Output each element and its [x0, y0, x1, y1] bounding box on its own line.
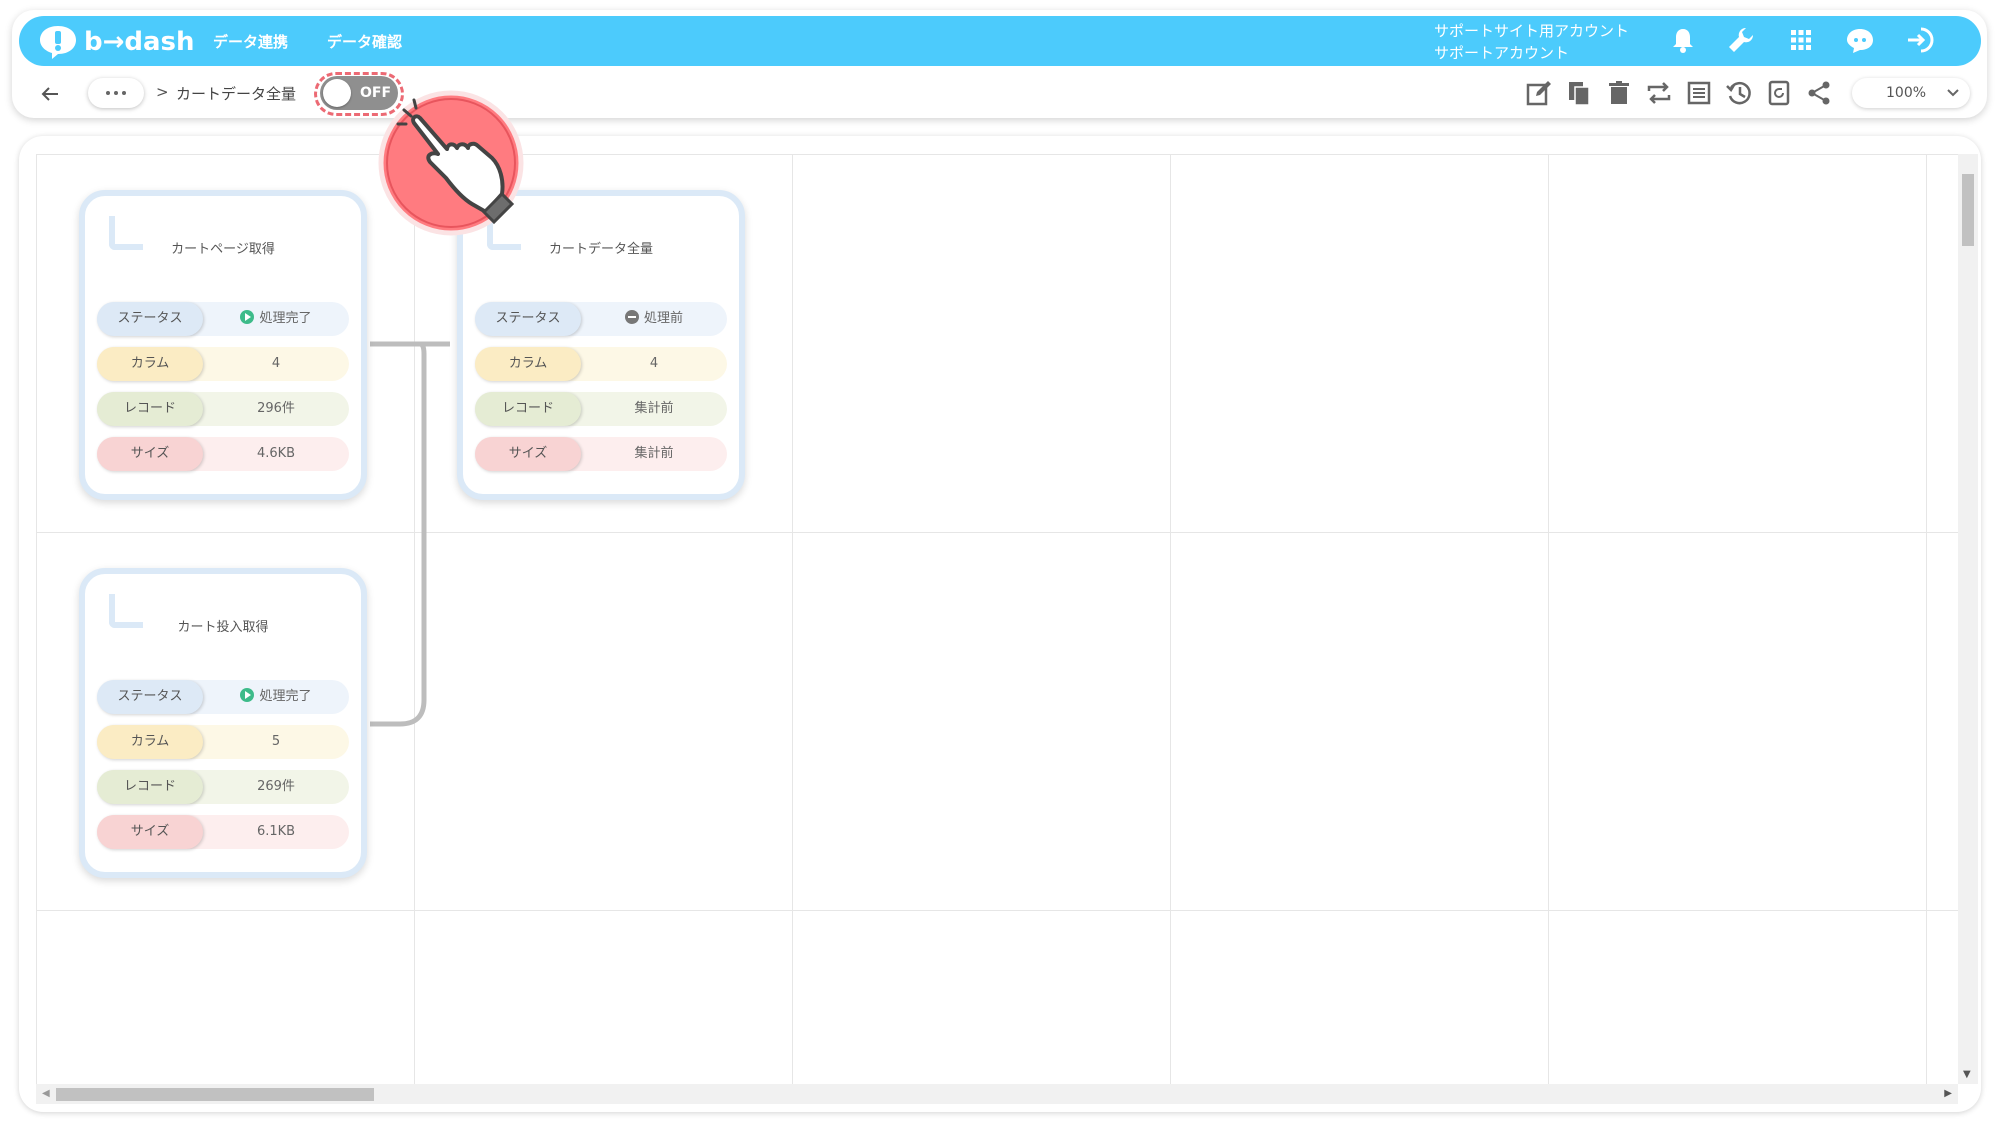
- card-title: カートページ取得: [171, 242, 275, 257]
- scroll-down-arrow-icon[interactable]: ▼: [1963, 1069, 1971, 1080]
- row-label: カラム: [97, 725, 203, 759]
- nav-data-link[interactable]: データ連携: [213, 31, 288, 52]
- record-row: レコード 269件: [97, 770, 349, 804]
- status-text: 処理完了: [259, 689, 312, 704]
- logout-icon[interactable]: [1905, 25, 1935, 55]
- status-done-icon: [240, 310, 255, 324]
- row-label: レコード: [97, 770, 203, 804]
- card-title: カートデータ全量: [548, 242, 653, 257]
- column-row: カラム 5: [97, 725, 349, 759]
- column-row: カラム 4: [97, 347, 349, 381]
- row-label: カラム: [475, 347, 581, 381]
- horizontal-scrollbar[interactable]: ◀ ▶: [36, 1084, 1958, 1104]
- status-done-icon: [240, 688, 255, 702]
- row-value: 集計前: [634, 446, 674, 461]
- row-label: ステータス: [97, 680, 203, 714]
- history-icon[interactable]: [1724, 78, 1754, 108]
- chat-bot-icon[interactable]: [1845, 25, 1875, 55]
- copy-icon[interactable]: [1564, 78, 1594, 108]
- more-dot-icon: [106, 91, 110, 95]
- size-row: サイズ 4.6KB: [97, 437, 349, 471]
- more-breadcrumb-button[interactable]: [88, 78, 144, 108]
- row-value: 4: [649, 356, 659, 371]
- size-row: サイズ 6.1KB: [97, 815, 349, 849]
- row-label: レコード: [97, 392, 203, 426]
- row-label: ステータス: [475, 302, 581, 336]
- row-value: 集計前: [634, 401, 674, 416]
- zoom-select[interactable]: 100%: [1852, 78, 1970, 108]
- account-info[interactable]: サポートサイト用アカウント サポートアカウント: [1434, 20, 1629, 64]
- breadcrumb-separator: >: [156, 83, 169, 101]
- data-card[interactable]: カート投入取得 ステータス 処理完了 カラム 5 レコード 269件 サイズ 6…: [79, 568, 367, 878]
- status-text: 処理前: [643, 311, 683, 326]
- record-row: レコード 296件: [97, 392, 349, 426]
- account-user: サポートアカウント: [1434, 44, 1570, 62]
- brand-name: b→dash: [84, 27, 195, 57]
- row-value: 269件: [257, 779, 295, 794]
- card-title: カート投入取得: [177, 620, 269, 635]
- more-dot-icon: [114, 91, 118, 95]
- column-row: カラム 4: [475, 347, 727, 381]
- account-name: サポートサイト用アカウント: [1434, 22, 1630, 40]
- row-value: 5: [271, 734, 281, 749]
- more-dot-icon: [122, 91, 126, 95]
- data-card[interactable]: カートページ取得 ステータス 処理完了 カラム 4 レコード 296件 サイズ …: [79, 190, 367, 500]
- status-row: ステータス 処理前: [475, 302, 727, 336]
- row-label: サイズ: [475, 437, 581, 471]
- status-row: ステータス 処理完了: [97, 302, 349, 336]
- bell-icon[interactable]: [1668, 25, 1698, 55]
- row-label: カラム: [97, 347, 203, 381]
- status-row: ステータス 処理完了: [97, 680, 349, 714]
- list-icon[interactable]: [1684, 78, 1714, 108]
- row-value: 4.6KB: [256, 446, 296, 461]
- row-label: サイズ: [97, 437, 203, 471]
- grid-icon[interactable]: [1786, 25, 1816, 55]
- status-pending-icon: [624, 310, 639, 324]
- scroll-right-arrow-icon[interactable]: ▶: [1944, 1088, 1952, 1099]
- row-value: 296件: [257, 401, 295, 416]
- vertical-scroll-thumb[interactable]: [1962, 174, 1974, 246]
- chevron-down-icon: [1947, 89, 1959, 97]
- row-value: 処理完了: [203, 680, 349, 714]
- row-label: レコード: [475, 392, 581, 426]
- brand-logo[interactable]: b→dash: [38, 24, 195, 60]
- row-label: サイズ: [97, 815, 203, 849]
- brand-bubble-icon: [40, 26, 76, 59]
- edit-icon[interactable]: [1524, 78, 1554, 108]
- record-row: レコード 集計前: [475, 392, 727, 426]
- horizontal-scroll-thumb[interactable]: [56, 1088, 374, 1101]
- row-value: 処理前: [581, 302, 727, 336]
- row-label: ステータス: [97, 302, 203, 336]
- scroll-left-arrow-icon[interactable]: ◀: [42, 1088, 50, 1099]
- row-value: 4: [271, 356, 281, 371]
- row-value: 処理完了: [203, 302, 349, 336]
- nav-data-check[interactable]: データ確認: [327, 31, 402, 52]
- status-text: 処理完了: [259, 311, 312, 326]
- flow-connector: [370, 341, 450, 727]
- size-row: サイズ 集計前: [475, 437, 727, 471]
- back-arrow-icon[interactable]: [38, 82, 62, 106]
- zoom-value: 100%: [1886, 85, 1927, 101]
- share-icon[interactable]: [1804, 78, 1834, 108]
- vertical-scrollbar[interactable]: ▼: [1958, 154, 1978, 1084]
- wrench-icon[interactable]: [1726, 25, 1756, 55]
- breadcrumb-current: カートデータ全量: [176, 85, 297, 103]
- delete-icon[interactable]: [1604, 78, 1634, 108]
- toggle-knob: [323, 79, 351, 107]
- data-card[interactable]: カートデータ全量 ステータス 処理前 カラム 4 レコード 集計前 サイズ 集計…: [457, 190, 745, 500]
- pointing-hand-icon: [378, 90, 524, 236]
- refresh-icon[interactable]: [1764, 78, 1794, 108]
- row-value: 6.1KB: [256, 824, 296, 839]
- swap-icon[interactable]: [1644, 78, 1674, 108]
